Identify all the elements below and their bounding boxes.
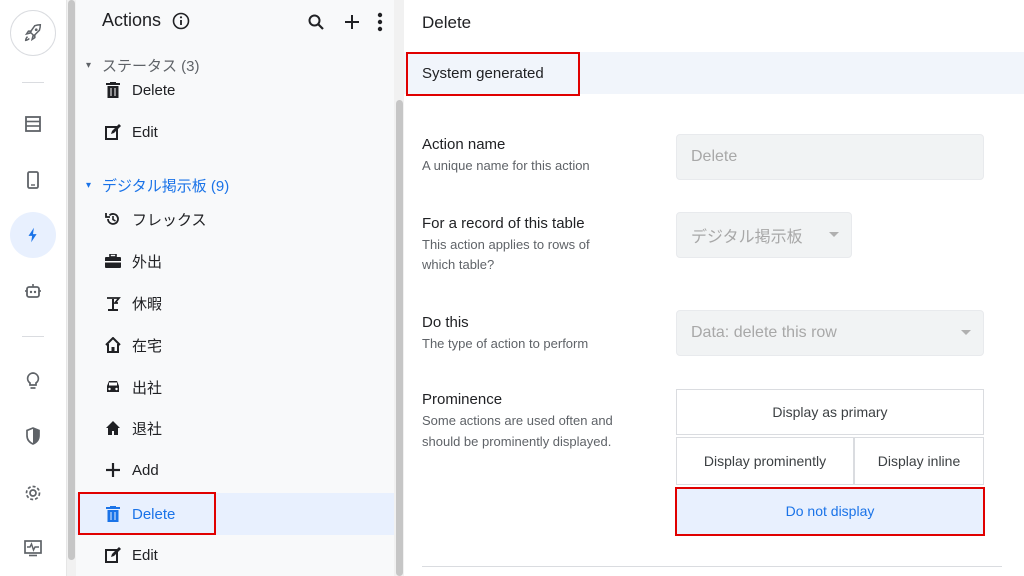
list-item-add[interactable]: Add [76,450,394,490]
item-label: Edit [132,123,158,141]
home-icon [104,419,122,437]
item-label: 在宅 [132,337,163,355]
select-value: Data: delete this row [691,324,837,341]
highlight-box [675,487,985,536]
phone-icon[interactable] [10,157,56,203]
list-item-office[interactable]: 出社 [76,367,394,407]
divider [422,566,1002,567]
rocket-icon[interactable] [10,10,56,56]
item-label: フレックス [132,211,207,229]
list-item-vacation[interactable]: 休暇 [76,283,394,323]
actions-header: Actions [76,0,394,48]
list-item-remote[interactable]: 在宅 [76,325,394,365]
robot-icon[interactable] [10,268,56,314]
scrollbar-thumb[interactable] [396,100,403,576]
scrollbar-thumb[interactable] [68,0,75,560]
button-label: Display as primary [772,404,888,420]
display-prominently-button[interactable]: Display prominently [676,437,854,485]
search-icon[interactable] [304,10,328,34]
dropdown-arrow-icon [961,330,971,335]
shield-icon[interactable] [10,413,56,459]
field-help: Some actions are used often and [422,413,613,428]
field-help: This action applies to rows of [422,237,590,252]
table-icon[interactable] [10,101,56,147]
item-label: 出社 [132,379,163,397]
more-vert-icon[interactable] [368,10,392,34]
action-detail: Delete System generated Action name A un… [404,0,1024,576]
list-item-leave[interactable]: 退社 [76,408,394,448]
field-help: The type of action to perform [422,336,589,351]
button-label: Display inline [877,453,961,469]
item-label: Delete [132,81,176,99]
actions-title: Actions [102,10,162,30]
edit-icon [104,546,122,564]
rail-divider [22,336,44,337]
page-title: Delete [422,13,472,32]
nav-rail [0,0,67,576]
list-item-edit-2[interactable]: Edit [76,535,394,575]
highlight-box [78,492,216,535]
do-this-select[interactable]: Data: delete this row [676,310,984,356]
field-help: should be prominently displayed. [422,434,612,449]
list-item-flex[interactable]: フレックス [76,199,394,239]
dropdown-arrow-icon [829,232,839,237]
item-label: 休暇 [132,295,163,313]
beach-icon [104,294,122,312]
table-select[interactable]: デジタル掲示板 [676,212,852,258]
field-help: which table? [422,257,495,272]
list-item-out[interactable]: 外出 [76,241,394,281]
list-item-edit[interactable]: Edit [76,112,394,152]
add-action-icon[interactable] [340,10,364,34]
field-label: Action name [422,136,506,153]
group-label: デジタル掲示板 (9) [102,178,230,195]
car-icon [104,378,122,396]
lightning-icon[interactable] [10,212,56,258]
list-scrollbar[interactable] [394,0,404,576]
rail-scrollbar[interactable] [67,0,76,576]
trash-icon [104,81,122,99]
rail-divider [22,82,44,83]
display-as-primary-button[interactable]: Display as primary [676,389,984,435]
info-icon[interactable] [172,12,190,35]
gear-icon[interactable] [10,470,56,516]
field-label: Do this [422,314,469,331]
select-value: デジタル掲示板 [691,229,803,246]
lightbulb-icon[interactable] [10,358,56,404]
item-label: 退社 [132,420,163,438]
list-item-delete[interactable]: Delete [76,70,394,110]
highlight-box [406,52,580,96]
field-help: A unique name for this action [422,158,590,173]
caret-down-icon: ▾ [86,180,92,191]
briefcase-icon [104,252,122,270]
plus-icon [104,461,122,479]
field-label: Prominence [422,391,503,408]
edit-icon [104,123,122,141]
input-value: Delete [691,148,738,165]
field-label: For a record of this table [422,215,585,232]
history-icon [104,210,122,228]
item-label: Add [132,461,159,479]
button-label: Display prominently [703,453,827,469]
monitor-pulse-icon[interactable] [10,525,56,571]
actions-panel: Actions ▾ ステータス (3) Delete Edit ▾ デジタル掲示… [76,0,394,576]
action-name-input[interactable]: Delete [676,134,984,180]
display-inline-button[interactable]: Display inline [854,437,984,485]
item-label: 外出 [132,253,163,271]
house-icon [104,336,122,354]
item-label: Edit [132,546,158,564]
group-digital-board[interactable]: ▾ デジタル掲示板 (9) [86,175,229,196]
